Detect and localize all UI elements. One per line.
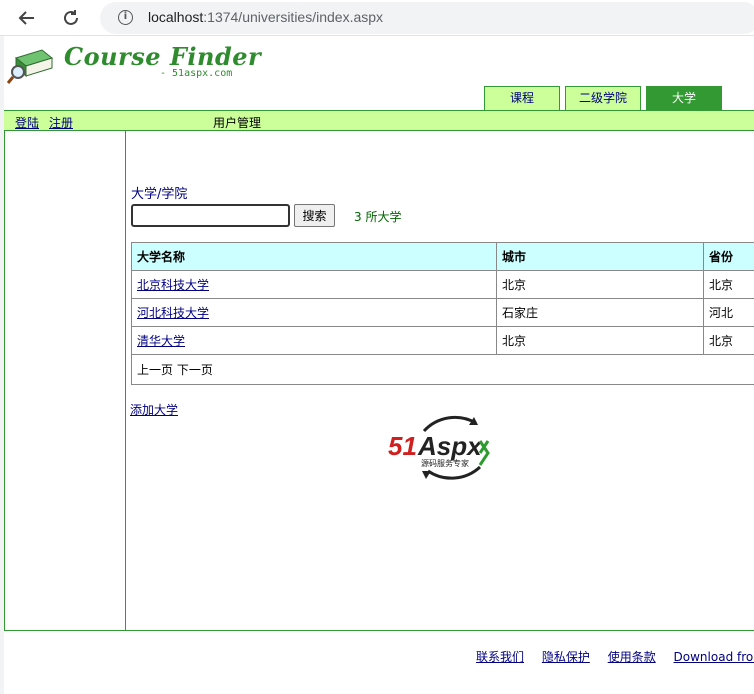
universities-table: 大学名称 城市 省份 北京科技大学 北京 北京 河北科技大学 石家庄 河北 清华… [131,242,754,385]
table-cell-city: 北京 [496,326,704,355]
site-logo-title: Course Finder [64,42,262,71]
brand-51-text: 51 [388,431,417,461]
university-link[interactable]: 河北科技大学 [137,306,209,320]
footer-terms-link[interactable]: 使用条款 [608,650,656,664]
column-header-province: 省份 [703,242,754,271]
info-icon[interactable]: i [118,10,133,25]
site-header: Course Finder - 51aspx.com 课程 二级学院 大学 [4,36,754,110]
table-cell-name: 清华大学 [131,326,497,355]
pager-row: 上一页 下一页 [131,354,754,385]
table-cell-province: 河北 [703,298,754,327]
table-row: 河北科技大学 石家庄 河北 [131,298,754,327]
login-link[interactable]: 登陆 [15,114,39,131]
table-cell-city: 北京 [496,270,704,299]
sidebar [4,131,126,631]
register-link[interactable]: 注册 [49,114,73,131]
address-bar[interactable]: i localhost:1374/universities/index.aspx [100,2,754,34]
footer-download-link[interactable]: Download from [674,650,754,664]
table-cell-city: 石家庄 [496,298,704,327]
footer-privacy-link[interactable]: 隐私保护 [542,650,590,664]
pager[interactable]: 上一页 下一页 [131,354,754,385]
university-count: 3 所大学 [354,210,402,224]
table-cell-province: 北京 [703,326,754,355]
add-university-link[interactable]: 添加大学 [130,401,178,418]
url-text[interactable]: localhost:1374/universities/index.aspx [148,9,383,25]
section-title: 大学/学院 [131,187,188,202]
table-cell-province: 北京 [703,270,754,299]
table-cell-name: 北京科技大学 [131,270,497,299]
table-row: 清华大学 北京 北京 [131,326,754,355]
footer-contact-link[interactable]: 联系我们 [476,650,524,664]
table-cell-name: 河北科技大学 [131,298,497,327]
table-header-row: 大学名称 城市 省份 [131,242,754,271]
tab-colleges[interactable]: 二级学院 [565,86,641,110]
university-link[interactable]: 清华大学 [137,334,185,348]
back-icon[interactable] [14,6,40,30]
main-content: 大学/学院 搜索 3 所大学 大学名称 城市 省份 北京科技大学 北京 北京 河… [126,131,754,631]
user-bar: 登陆 注册 用户管理 [4,110,754,131]
search-button[interactable]: 搜索 [294,204,335,227]
column-header-city: 城市 [496,242,704,271]
tab-courses[interactable]: 课程 [484,86,560,110]
page: Course Finder - 51aspx.com 课程 二级学院 大学 登陆… [4,36,754,694]
brand-aspx-text: Aspx [417,431,483,461]
user-management-label: 用户管理 [213,116,262,130]
column-header-name: 大学名称 [131,242,497,271]
tab-universities[interactable]: 大学 [646,86,722,110]
book-magnifier-icon [6,44,56,86]
footer-links: 联系我们 隐私保护 使用条款 Download from [476,648,754,665]
reload-icon[interactable] [58,6,84,30]
site-logo-subtitle: - 51aspx.com [160,68,233,79]
51aspx-logo: 51 Aspx 源码服务专家 [388,401,512,495]
main-tabs: 课程 二级学院 大学 [484,86,727,110]
university-link[interactable]: 北京科技大学 [137,278,209,292]
brand-tagline: 源码服务专家 [421,458,469,468]
browser-toolbar: i localhost:1374/universities/index.aspx [0,0,754,36]
table-row: 北京科技大学 北京 北京 [131,270,754,299]
search-input[interactable] [131,204,290,227]
